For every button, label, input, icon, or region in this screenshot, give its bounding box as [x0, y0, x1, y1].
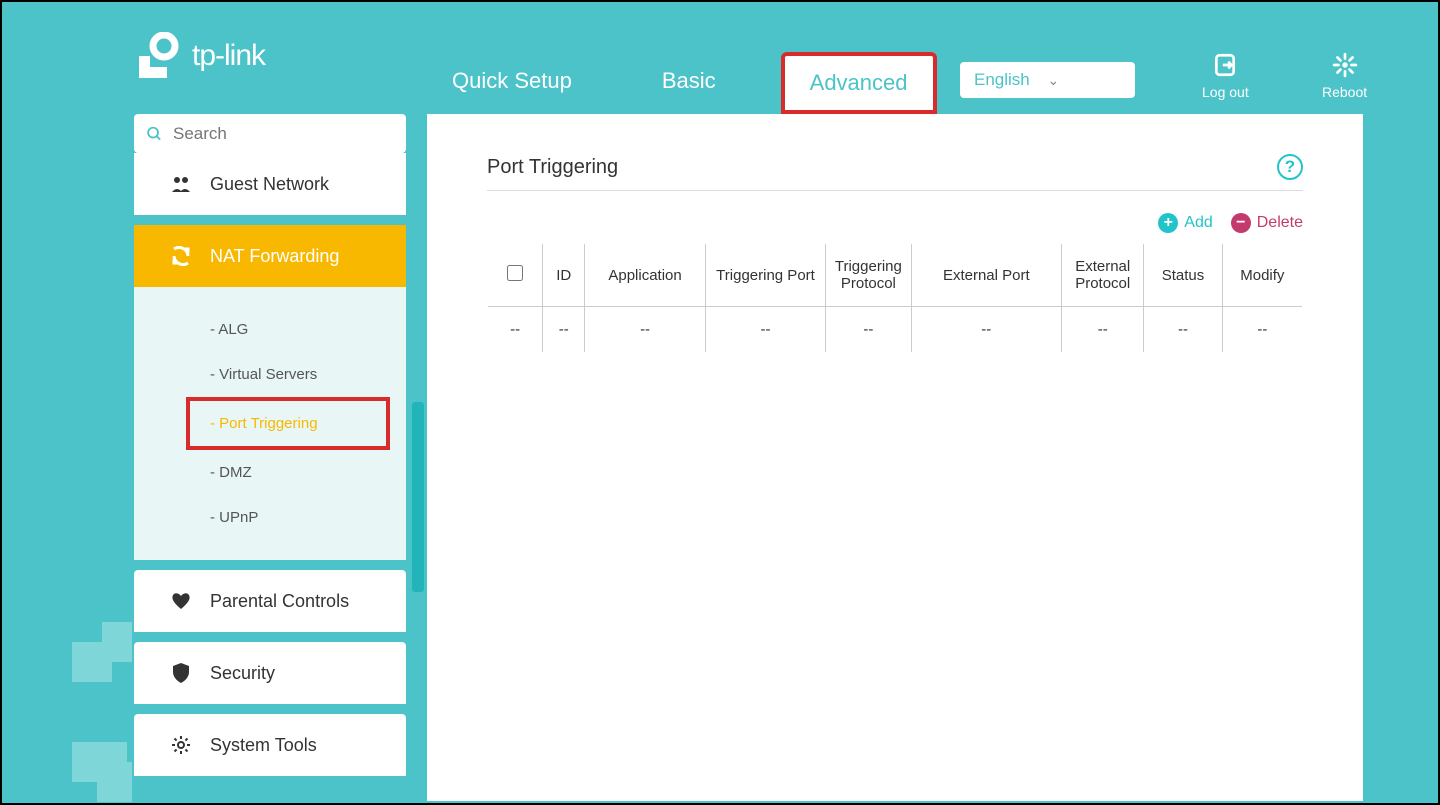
top-nav-tabs: Quick Setup Basic Advanced [427, 47, 937, 114]
shield-icon [170, 662, 192, 684]
sidebar-item-security[interactable]: Security [134, 642, 406, 704]
col-modify: Modify [1222, 244, 1302, 307]
select-all-checkbox[interactable] [507, 265, 523, 281]
sidebar-sub-dmz[interactable]: - DMZ [134, 450, 406, 495]
nat-forwarding-icon [170, 246, 192, 266]
parental-icon [170, 591, 192, 611]
page-title: Port Triggering [487, 156, 618, 179]
plus-icon: + [1158, 213, 1178, 233]
search-input[interactable] [173, 124, 394, 144]
minus-icon: − [1231, 213, 1251, 233]
col-status: Status [1144, 244, 1222, 307]
language-value: English [974, 70, 1048, 90]
sidebar-sub-alg[interactable]: - ALG [134, 307, 406, 352]
main-content: Port Triggering ? + Add − Delete ID Appl… [427, 114, 1363, 801]
tab-quick-setup[interactable]: Quick Setup [427, 47, 597, 114]
gear-icon [170, 734, 192, 756]
reboot-button[interactable]: Reboot [1322, 52, 1367, 100]
logout-button[interactable]: Log out [1202, 52, 1249, 100]
empty-cell: -- [1062, 307, 1144, 353]
chevron-down-icon: ⌄ [1048, 72, 1122, 89]
empty-cell: -- [1144, 307, 1222, 353]
delete-button[interactable]: − Delete [1231, 213, 1303, 233]
sidebar-label: Guest Network [210, 174, 329, 195]
logout-label: Log out [1202, 84, 1249, 100]
empty-cell: -- [911, 307, 1062, 353]
empty-cell: -- [1222, 307, 1302, 353]
sidebar-label: NAT Forwarding [210, 246, 339, 267]
sidebar-label: Security [210, 663, 275, 684]
sidebar: Guest Network NAT Forwarding - ALG - Vir… [134, 114, 406, 776]
col-triggering-protocol: Triggering Protocol [826, 244, 911, 307]
sidebar-item-system-tools[interactable]: System Tools [134, 714, 406, 776]
sidebar-item-parental[interactable]: Parental Controls [134, 570, 406, 632]
col-triggering-port: Triggering Port [705, 244, 825, 307]
sidebar-sub-port-triggering[interactable]: - Port Triggering [186, 397, 390, 450]
add-label: Add [1184, 214, 1212, 232]
sidebar-scrollbar[interactable] [412, 402, 424, 592]
help-icon[interactable]: ? [1277, 154, 1303, 180]
search-box[interactable] [134, 114, 406, 153]
empty-cell: -- [543, 307, 585, 353]
col-external-port: External Port [911, 244, 1062, 307]
col-application: Application [585, 244, 705, 307]
sidebar-item-guest-network[interactable]: Guest Network [134, 153, 406, 215]
sidebar-label: Parental Controls [210, 591, 349, 612]
brand-logo: tp-link [134, 32, 265, 80]
port-triggering-table: ID Application Triggering Port Triggerin… [487, 243, 1303, 353]
table-row: -- -- -- -- -- -- -- -- -- [488, 307, 1303, 353]
sidebar-sub-virtual-servers[interactable]: - Virtual Servers [134, 352, 406, 397]
add-button[interactable]: + Add [1158, 213, 1212, 233]
delete-label: Delete [1257, 214, 1303, 232]
sidebar-sub-upnp[interactable]: - UPnP [134, 495, 406, 540]
logout-icon [1212, 52, 1238, 78]
language-select[interactable]: English ⌄ [960, 62, 1135, 98]
reboot-icon [1332, 52, 1358, 78]
empty-cell: -- [826, 307, 911, 353]
guest-network-icon [170, 175, 192, 193]
tplink-logo-icon [134, 32, 182, 80]
tab-basic[interactable]: Basic [637, 47, 741, 114]
reboot-label: Reboot [1322, 84, 1367, 100]
brand-text: tp-link [192, 39, 265, 73]
empty-cell: -- [705, 307, 825, 353]
sidebar-item-nat-forwarding[interactable]: NAT Forwarding [134, 225, 406, 287]
col-external-protocol: External Protocol [1062, 244, 1144, 307]
empty-cell: -- [488, 307, 543, 353]
empty-cell: -- [585, 307, 705, 353]
sidebar-subitems: - ALG - Virtual Servers - Port Triggerin… [134, 287, 406, 560]
col-id: ID [543, 244, 585, 307]
search-icon [146, 123, 163, 145]
tab-advanced[interactable]: Advanced [781, 52, 937, 114]
sidebar-label: System Tools [210, 735, 317, 756]
